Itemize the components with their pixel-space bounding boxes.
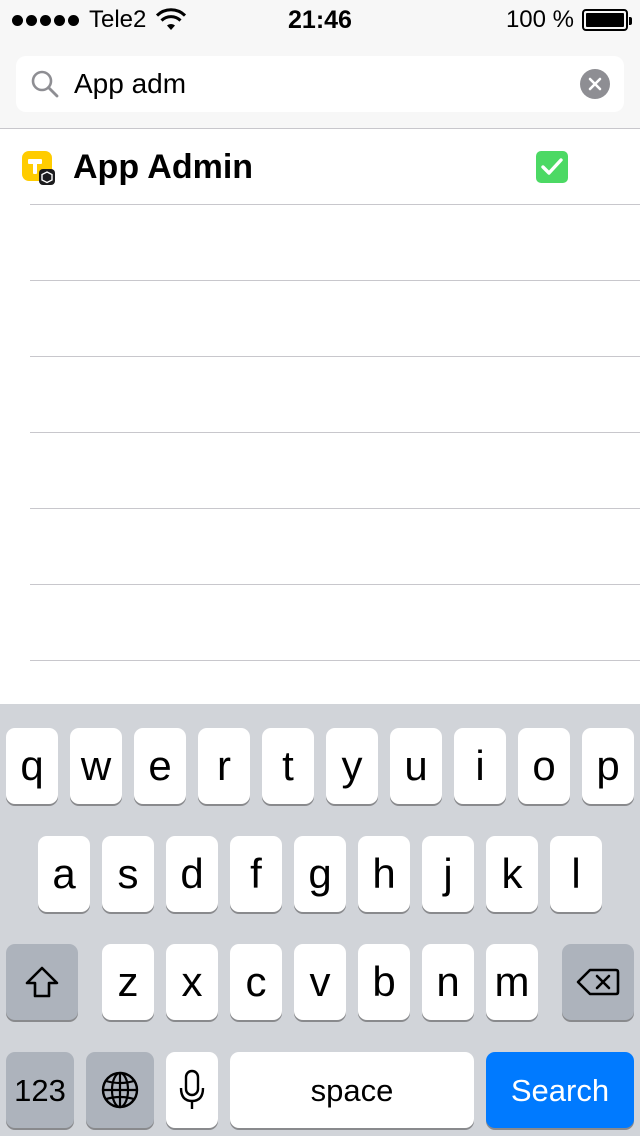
search-button[interactable]: Search [486, 1052, 634, 1128]
app-admin-icon [22, 151, 55, 185]
shift-icon [25, 966, 59, 998]
globe-key[interactable] [86, 1052, 154, 1128]
key-p[interactable]: p [582, 728, 634, 804]
key-c[interactable]: c [230, 944, 282, 1020]
key-r[interactable]: r [198, 728, 250, 804]
key-y[interactable]: y [326, 728, 378, 804]
globe-icon [101, 1071, 139, 1109]
clear-icon[interactable] [580, 69, 610, 99]
empty-row [0, 205, 640, 281]
key-s[interactable]: s [102, 836, 154, 912]
empty-row [0, 509, 640, 585]
search-bar[interactable] [16, 56, 624, 112]
key-f[interactable]: f [230, 836, 282, 912]
key-j[interactable]: j [422, 836, 474, 912]
list-item[interactable]: App Admin [0, 129, 640, 205]
space-key[interactable]: space [230, 1052, 474, 1128]
key-n[interactable]: n [422, 944, 474, 1020]
empty-row [0, 357, 640, 433]
search-icon [31, 70, 59, 98]
status-bar: Tele2 21:46 100 % [0, 0, 640, 40]
key-w[interactable]: w [70, 728, 122, 804]
search-input[interactable] [74, 56, 564, 112]
checkbox-checked[interactable] [536, 151, 568, 183]
delete-key[interactable] [562, 944, 634, 1020]
shift-key[interactable] [6, 944, 78, 1020]
battery-percentage: 100 % [505, 6, 574, 33]
key-x[interactable]: x [166, 944, 218, 1020]
key-h[interactable]: h [358, 836, 410, 912]
empty-row [0, 433, 640, 509]
key-g[interactable]: g [294, 836, 346, 912]
checkmark-icon [541, 158, 563, 175]
key-b[interactable]: b [358, 944, 410, 1020]
key-u[interactable]: u [390, 728, 442, 804]
empty-row [0, 585, 640, 661]
app-name: App Admin [73, 148, 254, 186]
mic-icon [179, 1069, 205, 1109]
search-header [0, 40, 640, 129]
dictation-key[interactable] [166, 1052, 218, 1128]
key-d[interactable]: d [166, 836, 218, 912]
key-l[interactable]: l [550, 836, 602, 912]
key-q[interactable]: q [6, 728, 58, 804]
numbers-key[interactable]: 123 [6, 1052, 74, 1128]
key-i[interactable]: i [454, 728, 506, 804]
key-t[interactable]: t [262, 728, 314, 804]
keyboard: q w e r t y u i o p a s d f g h j k l z … [0, 704, 640, 1136]
key-o[interactable]: o [518, 728, 570, 804]
key-k[interactable]: k [486, 836, 538, 912]
key-z[interactable]: z [102, 944, 154, 1020]
key-m[interactable]: m [486, 944, 538, 1020]
delete-icon [576, 968, 620, 996]
empty-row [0, 281, 640, 357]
battery-area: 100 % [505, 6, 632, 34]
key-v[interactable]: v [294, 944, 346, 1020]
key-a[interactable]: a [38, 836, 90, 912]
battery-icon [582, 9, 632, 31]
key-e[interactable]: e [134, 728, 186, 804]
results-list: App Admin [0, 129, 640, 661]
